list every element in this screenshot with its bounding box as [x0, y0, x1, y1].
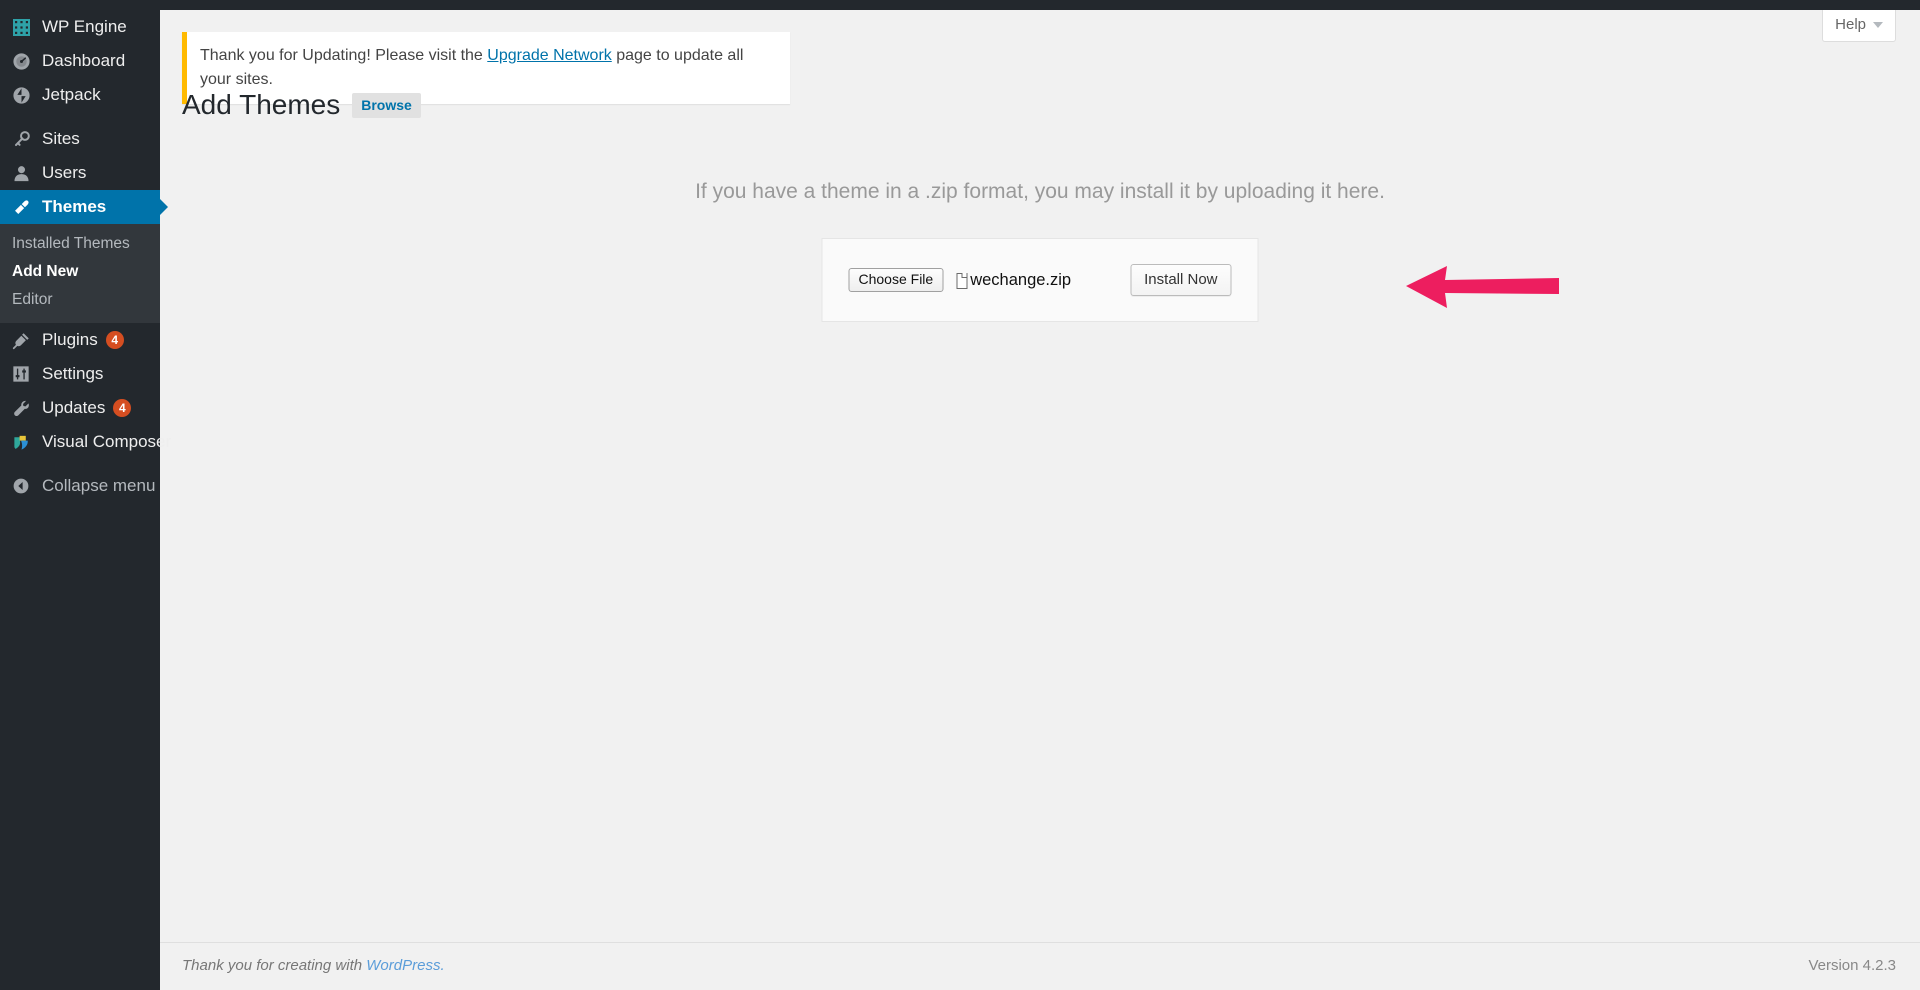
collapse-arrow-icon: [9, 474, 33, 498]
key-icon: [9, 127, 33, 151]
paintbrush-icon: [9, 195, 33, 219]
screen-meta-links: Help: [1822, 10, 1896, 42]
file-input-row: Choose File wechange.zip Install Now: [823, 264, 1258, 296]
plug-icon: [9, 328, 33, 352]
sidebar-submenu-themes: Installed Themes Add New Editor: [0, 224, 160, 323]
chevron-down-icon: [1873, 22, 1883, 28]
admin-footer: Thank you for creating with WordPress. V…: [160, 942, 1920, 990]
sidebar-item-editor[interactable]: Editor: [0, 286, 160, 314]
sidebar-item-collapse-menu[interactable]: Collapse menu: [0, 469, 160, 503]
selected-file-name: wechange.zip: [970, 271, 1072, 289]
updates-count-badge: 4: [113, 399, 132, 417]
help-tab-label: Help: [1835, 16, 1866, 33]
file-document-icon: [956, 272, 968, 289]
wordpress-link[interactable]: WordPress.: [366, 957, 444, 974]
admin-bar: [0, 0, 1920, 10]
user-icon: [9, 161, 33, 185]
sidebar-item-jetpack[interactable]: Jetpack: [0, 78, 160, 112]
sidebar-item-wp-engine[interactable]: WP Engine: [0, 10, 160, 44]
sidebar-item-label: Jetpack: [42, 85, 101, 104]
page-heading: Add Themes Browse: [182, 88, 421, 122]
sidebar-item-plugins[interactable]: Plugins 4: [0, 323, 160, 357]
sidebar-item-label: WP Engine: [42, 17, 127, 36]
install-now-button[interactable]: Install Now: [1130, 264, 1232, 296]
admin-sidebar: WP Engine Dashboard Jetpack Sites Users …: [0, 0, 171, 990]
sidebar-item-themes[interactable]: Themes: [0, 190, 168, 224]
upload-instructions-text: If you have a theme in a .zip format, yo…: [695, 180, 1385, 203]
browse-tab-button[interactable]: Browse: [352, 92, 421, 118]
footer-thanks: Thank you for creating with WordPress.: [182, 957, 445, 974]
theme-upload-form: Choose File wechange.zip Install Now: [821, 238, 1259, 322]
sidebar-item-visual-composer[interactable]: Visual Composer: [0, 425, 171, 459]
sidebar-item-dashboard[interactable]: Dashboard: [0, 44, 160, 78]
pointer-arrow-to-install-now: [1406, 266, 1559, 308]
help-tab-button[interactable]: Help: [1822, 10, 1896, 42]
sidebar-divider-bottom: [0, 459, 160, 469]
sidebar-item-label: Updates: [42, 398, 106, 417]
plugins-update-badge: 4: [105, 331, 124, 349]
sidebar-item-label: Settings: [42, 364, 104, 383]
sidebar-item-label: Visual Composer: [42, 432, 172, 451]
notice-text-before: Thank you for Updating! Please visit the: [200, 47, 488, 64]
visual-composer-icon: [9, 430, 33, 454]
choose-file-button[interactable]: Choose File: [848, 268, 944, 292]
wrench-icon: [9, 396, 33, 420]
sidebar-item-users[interactable]: Users: [0, 156, 160, 190]
sidebar-item-settings[interactable]: Settings: [0, 357, 160, 391]
sidebar-item-updates[interactable]: Updates 4: [0, 391, 160, 425]
settings-sliders-icon: [9, 362, 33, 386]
dashboard-gauge-icon: [9, 49, 33, 73]
sidebar-item-label: Sites: [42, 129, 80, 148]
jetpack-icon: [9, 83, 33, 107]
sidebar-item-sites[interactable]: Sites: [0, 122, 160, 156]
active-menu-arrow-icon: [160, 199, 168, 215]
sidebar-item-label: Themes: [42, 197, 107, 216]
sidebar-item-label: Dashboard: [42, 51, 126, 70]
grid-icon: [9, 15, 33, 39]
footer-thanks-text: Thank you for creating with: [182, 957, 367, 974]
footer-version: Version 4.2.3: [1808, 957, 1896, 974]
sidebar-item-label: Collapse menu: [42, 476, 156, 495]
sidebar-item-label: Users: [42, 163, 87, 182]
sidebar-item-add-new[interactable]: Add New: [0, 258, 160, 286]
upgrade-network-link[interactable]: Upgrade Network: [487, 47, 612, 64]
page-title: Add Themes: [182, 89, 341, 120]
sidebar-divider: [0, 112, 160, 122]
sidebar-item-label: Plugins: [42, 330, 98, 349]
sidebar-item-installed-themes[interactable]: Installed Themes: [0, 230, 160, 258]
main-content-area: Help Thank you for Updating! Please visi…: [160, 10, 1920, 990]
